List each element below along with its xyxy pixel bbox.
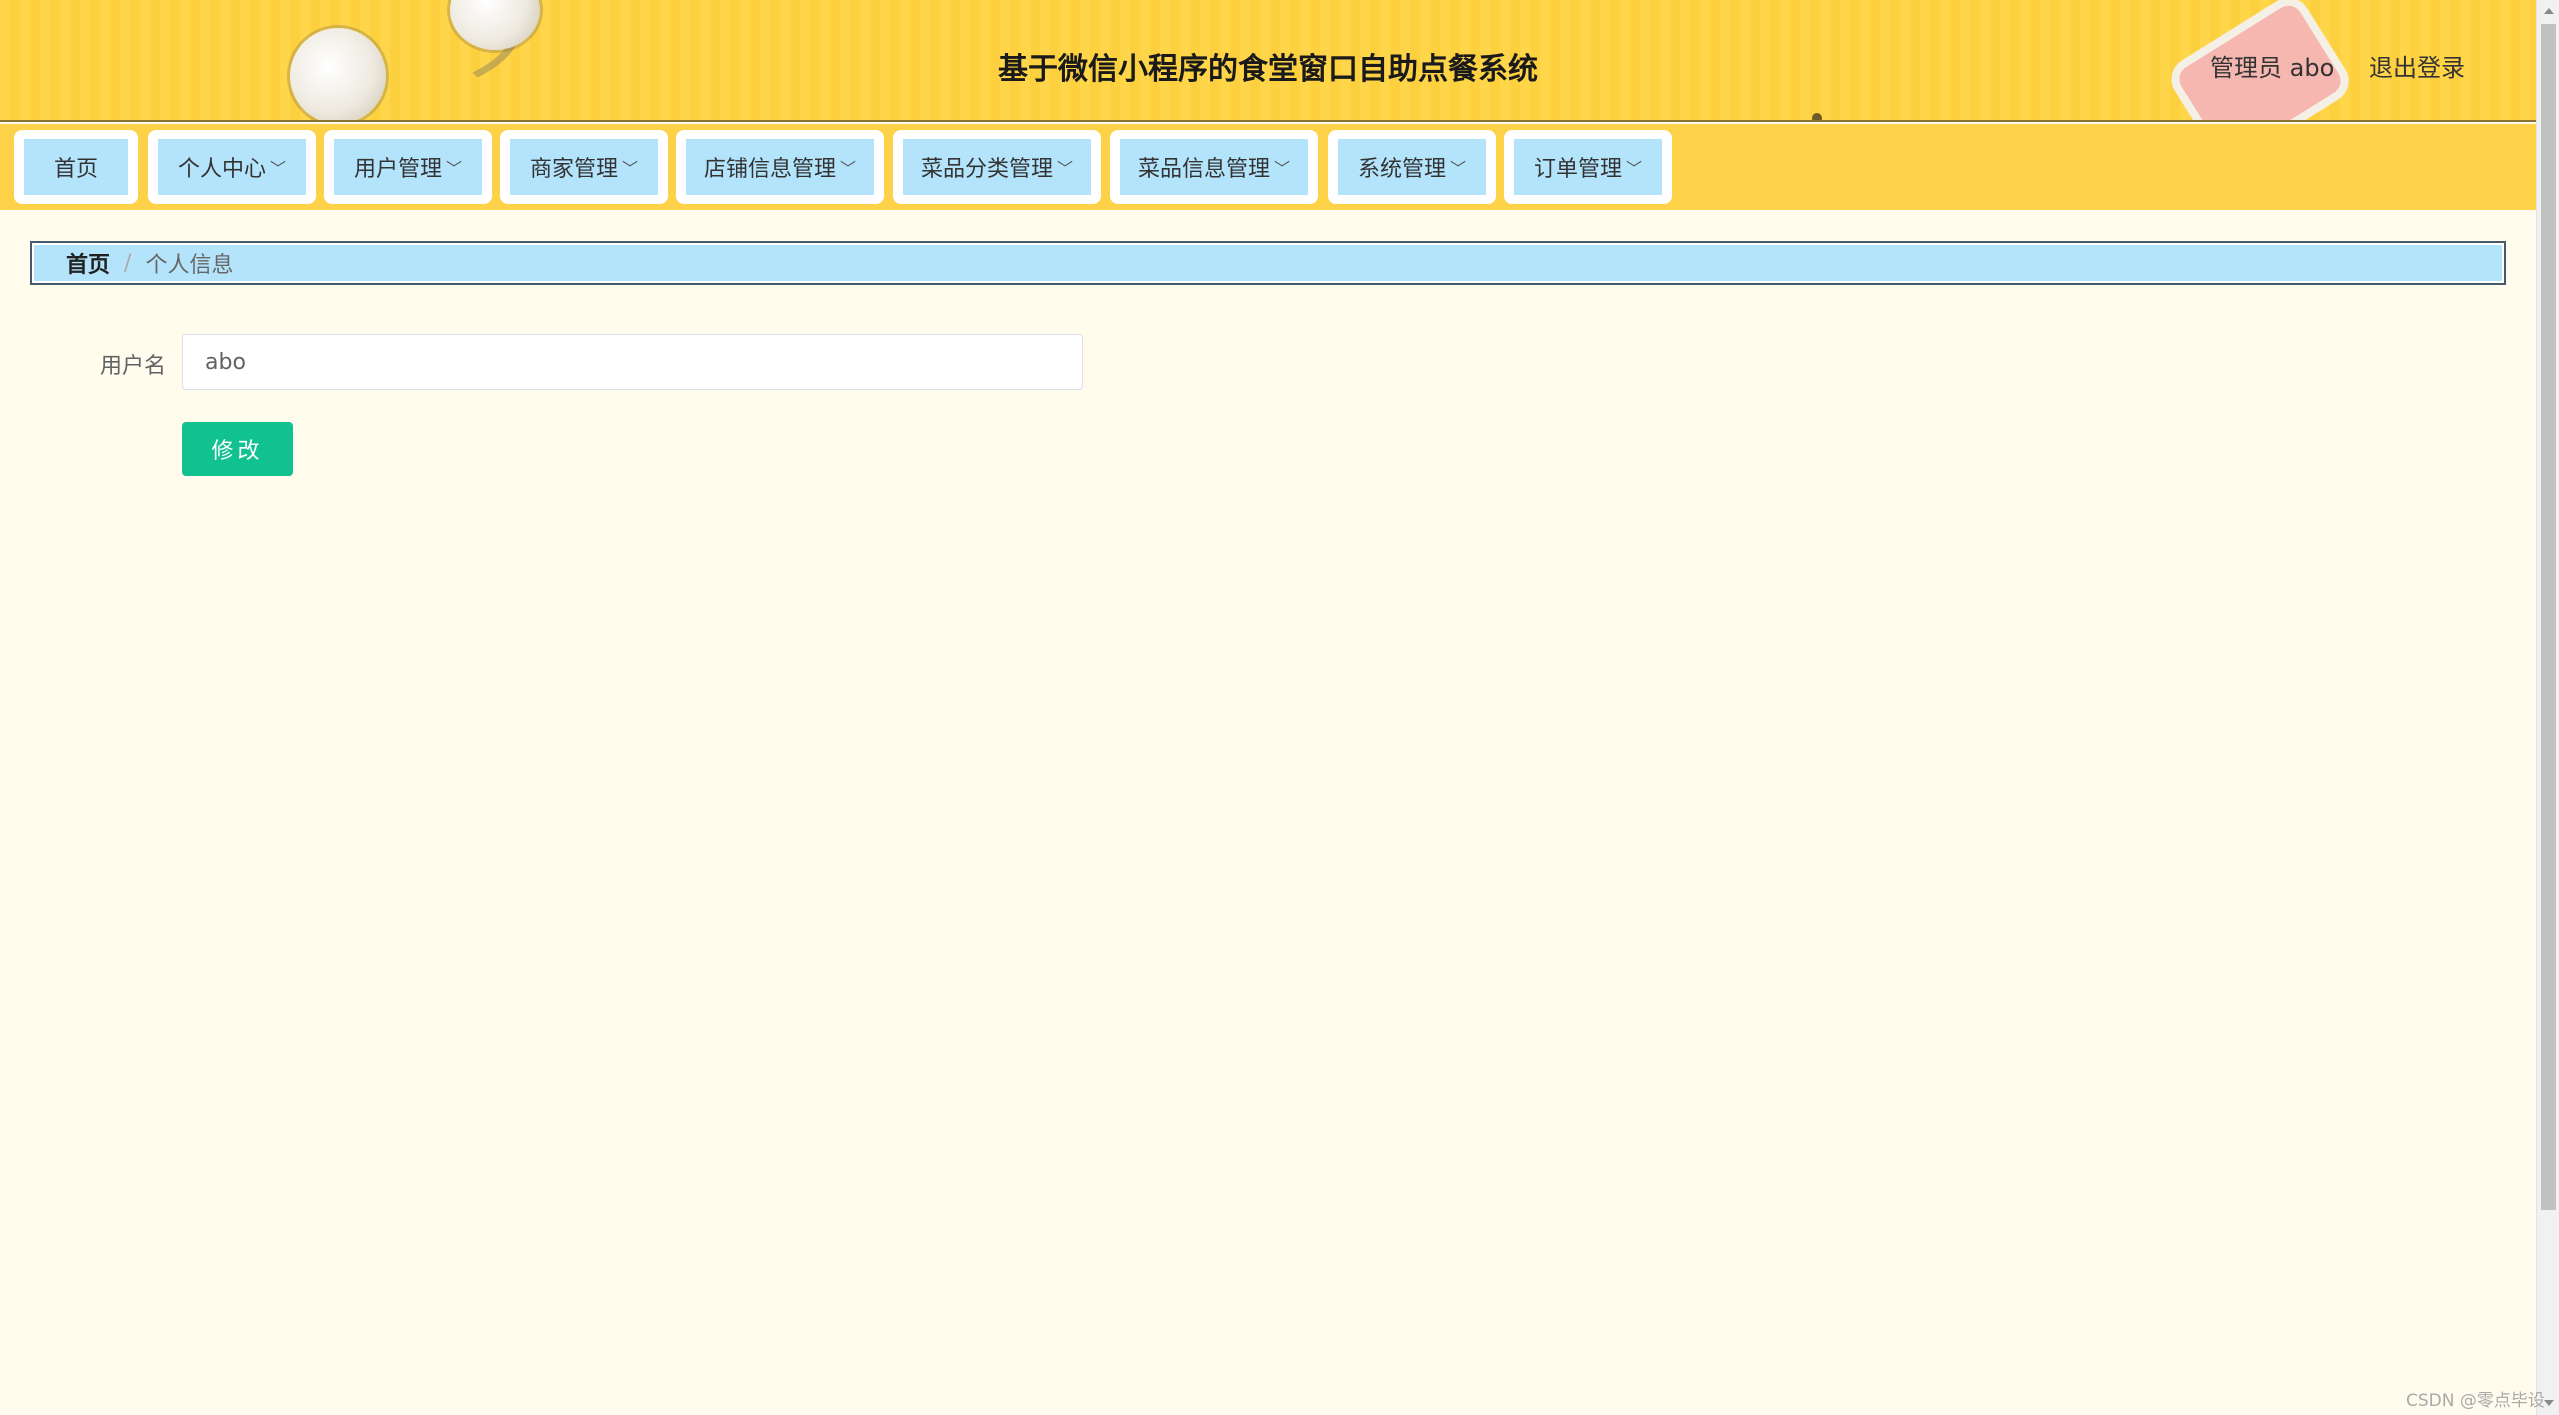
breadcrumb: 首页 / 个人信息: [30, 241, 2506, 285]
modify-button[interactable]: 修改: [182, 422, 293, 476]
nav-item-label: 个人中心: [177, 157, 266, 182]
chevron-down-icon: ﹀: [1274, 159, 1291, 178]
pin-decoration: [1812, 113, 1822, 120]
nav-item-shop-info-management[interactable]: 店铺信息管理 ﹀: [676, 130, 884, 204]
nav-item-dish-info-management[interactable]: 菜品信息管理 ﹀: [1110, 130, 1318, 204]
chevron-down-icon: ﹀: [840, 159, 857, 178]
username-label: 用户名: [99, 354, 166, 379]
breadcrumb-separator: /: [124, 250, 132, 276]
nav-item-inner: 菜品分类管理 ﹀: [903, 139, 1091, 195]
nav-item-label: 店铺信息管理: [703, 157, 836, 182]
watermark: CSDN @零点毕设: [2406, 1391, 2545, 1411]
nav-item-order-management[interactable]: 订单管理 ﹀: [1504, 130, 1672, 204]
vertical-scrollbar[interactable]: [2536, 0, 2559, 1415]
nav-item-label: 商家管理: [529, 157, 618, 182]
breadcrumb-current: 个人信息: [145, 253, 234, 278]
nav-item-label: 菜品信息管理: [1137, 157, 1270, 182]
chevron-down-icon: ﹀: [1450, 159, 1467, 178]
nav-item-home[interactable]: 首页: [14, 130, 138, 204]
nav-item-inner: 首页: [24, 139, 128, 195]
chevron-down-icon: ﹀: [622, 159, 639, 178]
nav-item-inner: 商家管理 ﹀: [510, 139, 658, 195]
nav-item-inner: 菜品信息管理 ﹀: [1120, 139, 1308, 195]
nav-item-system-management[interactable]: 系统管理 ﹀: [1328, 130, 1496, 204]
nav-item-label: 系统管理: [1357, 157, 1446, 182]
scroll-up-arrow-icon[interactable]: [2544, 8, 2554, 14]
chevron-down-icon: ﹀: [446, 159, 463, 178]
scroll-down-arrow-icon[interactable]: [2544, 1400, 2554, 1406]
chevron-down-icon: ﹀: [1057, 159, 1074, 178]
nav-item-label: 菜品分类管理: [920, 157, 1053, 182]
nav-item-inner: 订单管理 ﹀: [1514, 139, 1662, 195]
logout-link[interactable]: 退出登录: [2369, 48, 2465, 83]
nav-item-inner: 用户管理 ﹀: [334, 139, 482, 195]
nav-item-label: 首页: [53, 157, 98, 182]
nav-item-label: 用户管理: [353, 157, 442, 182]
nav-item-merchant-management[interactable]: 商家管理 ﹀: [500, 130, 668, 204]
nav-item-user-management[interactable]: 用户管理 ﹀: [324, 130, 492, 204]
chevron-down-icon: ﹀: [1626, 159, 1643, 178]
nav-item-inner: 店铺信息管理 ﹀: [686, 139, 874, 195]
nav-item-inner: 系统管理 ﹀: [1338, 139, 1486, 195]
breadcrumb-home-link[interactable]: 首页: [66, 247, 110, 279]
nav-item-label: 订单管理: [1533, 157, 1622, 182]
nav-item-dish-category-management[interactable]: 菜品分类管理 ﹀: [893, 130, 1101, 204]
top-nav: 首页 个人中心 ﹀ 用户管理 ﹀ 商家管理 ﹀ 店铺信息管理 ﹀ 菜品分类管理 …: [0, 124, 2536, 210]
scrollbar-thumb[interactable]: [2541, 24, 2556, 1210]
current-user-label: 管理员 abo: [2210, 54, 2335, 82]
app-root: 基于微信小程序的食堂窗口自助点餐系统 管理员 abo 退出登录 首页 个人中心 …: [0, 0, 2559, 1415]
header-banner: 基于微信小程序的食堂窗口自助点餐系统 管理员 abo 退出登录: [0, 0, 2536, 122]
nav-item-personal-center[interactable]: 个人中心 ﹀: [148, 130, 316, 204]
nav-item-inner: 个人中心 ﹀: [158, 139, 306, 195]
chevron-down-icon: ﹀: [270, 159, 287, 178]
site-title: 基于微信小程序的食堂窗口自助点餐系统: [998, 52, 1538, 87]
username-input[interactable]: [182, 334, 1083, 390]
